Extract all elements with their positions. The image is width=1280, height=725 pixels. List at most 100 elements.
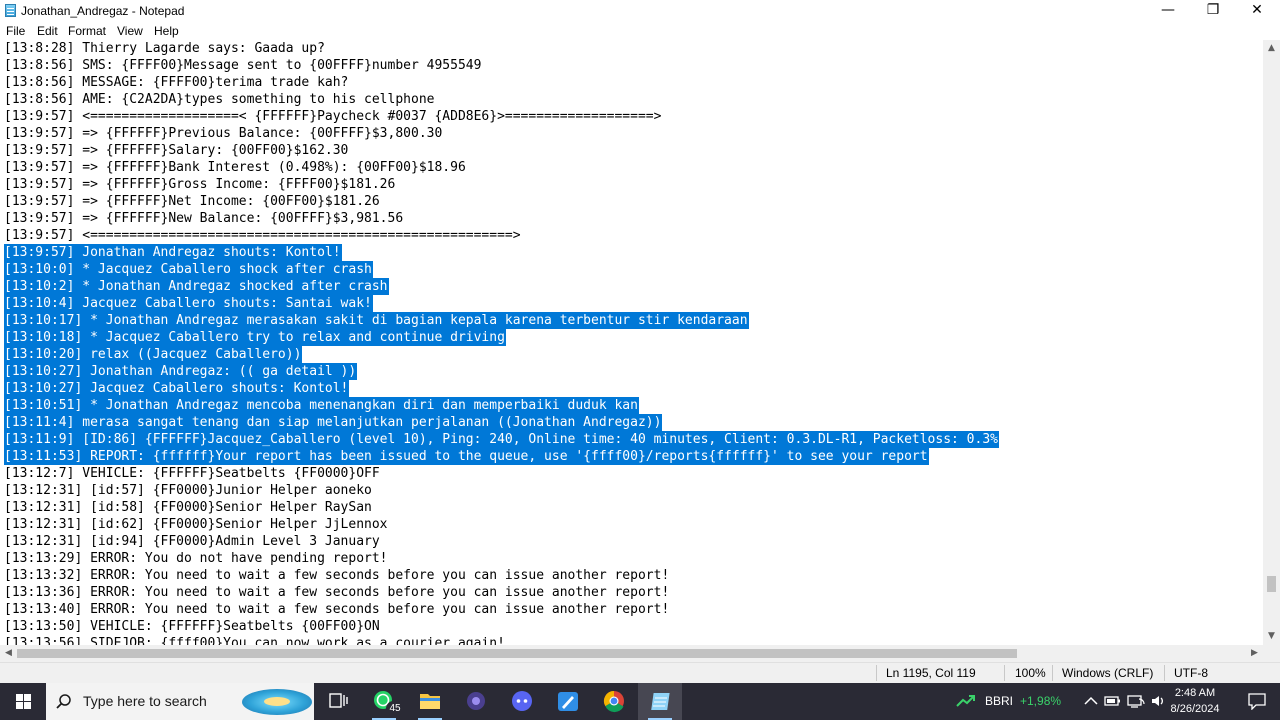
windows-start-icon [16, 694, 31, 709]
text-line[interactable]: [13:12:31] [id:94] {FF0000}Admin Level 3… [4, 533, 380, 550]
menu-help[interactable]: Help [154, 24, 179, 38]
text-line[interactable]: [13:12:31] [id:57] {FF0000}Junior Helper… [4, 482, 372, 499]
wifi-icon[interactable] [1127, 693, 1145, 709]
text-line[interactable]: [13:9:57] <===================< {FFFFFF}… [4, 108, 661, 125]
notepad-icon [651, 693, 670, 710]
encoding: UTF-8 [1174, 666, 1208, 680]
text-line-selected[interactable]: [13:10:27] Jonathan Andregaz: (( ga deta… [4, 363, 358, 380]
maximize-button[interactable]: ❐ [1190, 0, 1236, 22]
text-editor[interactable]: [13:8:28] Thierry Lagarde says: Gaada up… [0, 40, 1263, 645]
scrollbar-corner [1263, 645, 1280, 662]
menu-file[interactable]: File [6, 24, 25, 38]
taskbar-whatsapp[interactable]: 45 [362, 683, 406, 720]
status-separator [1052, 665, 1053, 681]
text-line[interactable]: [13:8:56] MESSAGE: {FFFF00}terima trade … [4, 74, 348, 91]
text-line-selected[interactable]: [13:10:2] * Jonathan Andregaz shocked af… [4, 278, 389, 295]
paint-icon [558, 692, 578, 711]
taskbar-search-box[interactable]: Type here to search [46, 683, 314, 720]
task-view-button[interactable] [316, 683, 360, 720]
line-ending: Windows (CRLF) [1062, 666, 1154, 680]
notification-icon [1248, 693, 1266, 710]
text-line[interactable]: [13:13:56] SIDEJOB: {ffff00}You can now … [4, 635, 505, 645]
stock-change[interactable]: +1,98% [1020, 694, 1061, 708]
taskbar-app[interactable] [454, 683, 498, 720]
text-line[interactable]: [13:13:50] VEHICLE: {FFFFFF}Seatbelts {0… [4, 618, 380, 635]
clock-time: 2:48 AM [1174, 687, 1216, 699]
taskbar-chrome[interactable] [592, 683, 636, 720]
window-title: Jonathan_Andregaz - Notepad [21, 4, 185, 18]
text-line[interactable]: [13:12:31] [id:58] {FF0000}Senior Helper… [4, 499, 372, 516]
text-line[interactable]: [13:8:56] AME: {C2A2DA}types something t… [4, 91, 434, 108]
text-line[interactable]: [13:13:36] ERROR: You need to wait a few… [4, 584, 669, 601]
search-highlight-image [242, 689, 312, 715]
text-line[interactable]: [13:9:57] => {FFFFFF}New Balance: {00FFF… [4, 210, 403, 227]
scroll-right-arrow-icon[interactable]: ▶ [1246, 645, 1263, 662]
battery-icon[interactable] [1104, 694, 1122, 708]
search-placeholder: Type here to search [83, 693, 207, 709]
text-line-selected[interactable]: [13:9:57] Jonathan Andregaz shouts: Kont… [4, 244, 342, 261]
text-line-selected[interactable]: [13:10:27] Jacquez Caballero shouts: Kon… [4, 380, 350, 397]
text-line[interactable]: [13:9:57] => {FFFFFF}Gross Income: {FFFF… [4, 176, 395, 193]
title-bar: Jonathan_Andregaz - Notepad — ❐ ✕ [0, 0, 1280, 22]
text-line[interactable]: [13:9:57] <=============================… [4, 227, 521, 244]
menu-view[interactable]: View [117, 24, 143, 38]
notification-center-button[interactable] [1234, 683, 1280, 720]
text-line[interactable]: [13:8:28] Thierry Lagarde says: Gaada up… [4, 40, 325, 57]
text-line[interactable]: [13:9:57] => {FFFFFF}Bank Interest (0.49… [4, 159, 466, 176]
search-icon [56, 694, 71, 709]
scroll-left-arrow-icon[interactable]: ◀ [0, 645, 17, 662]
status-separator [1004, 665, 1005, 681]
text-line-selected[interactable]: [13:10:0] * Jacquez Caballero shock afte… [4, 261, 373, 278]
text-line-selected[interactable]: [13:11:9] [ID:86] {FFFFFF}Jacquez_Caball… [4, 431, 999, 448]
clock-date: 8/26/2024 [1170, 703, 1220, 715]
text-line[interactable]: [13:13:32] ERROR: You need to wait a few… [4, 567, 669, 584]
menu-bar: File Edit Format View Help [0, 22, 1280, 40]
text-line[interactable]: [13:12:31] [id:62] {FF0000}Senior Helper… [4, 516, 388, 533]
discord-icon [512, 691, 532, 711]
horizontal-scroll-thumb[interactable] [17, 649, 1017, 658]
taskbar-discord[interactable] [500, 683, 544, 720]
status-separator [1164, 665, 1165, 681]
text-line-selected[interactable]: [13:10:17] * Jonathan Andregaz merasakan… [4, 312, 749, 329]
chevron-up-icon[interactable] [1084, 696, 1098, 706]
system-clock[interactable]: 2:48 AM 8/26/2024 [1160, 685, 1230, 717]
zoom-level: 100% [1015, 666, 1046, 680]
app-icon [467, 692, 485, 710]
file-explorer-icon [420, 694, 440, 709]
taskbar: Type here to search 45 BBRI +1,98% 2:48 … [0, 683, 1280, 720]
text-line[interactable]: [13:9:57] => {FFFFFF}Net Income: {00FF00… [4, 193, 380, 210]
menu-format[interactable]: Format [68, 24, 106, 38]
whatsapp-badge: 45 [386, 701, 404, 716]
vertical-scrollbar[interactable]: ▲ ▼ [1263, 40, 1280, 645]
menu-edit[interactable]: Edit [37, 24, 58, 38]
text-line[interactable]: [13:9:57] => {FFFFFF}Previous Balance: {… [4, 125, 442, 142]
text-line[interactable]: [13:13:29] ERROR: You do not have pendin… [4, 550, 388, 567]
scroll-up-arrow-icon[interactable]: ▲ [1263, 40, 1280, 57]
text-line[interactable]: [13:9:57] => {FFFFFF}Salary: {00FF00}$16… [4, 142, 348, 159]
text-line[interactable]: [13:8:56] SMS: {FFFF00}Message sent to {… [4, 57, 481, 74]
taskbar-notepad[interactable] [638, 683, 682, 720]
stock-up-icon [956, 695, 975, 707]
status-bar: Ln 1195, Col 119 100% Windows (CRLF) UTF… [0, 662, 1280, 683]
stock-ticker[interactable]: BBRI [985, 694, 1013, 708]
minimize-button[interactable]: — [1145, 0, 1191, 22]
chrome-icon [603, 690, 624, 713]
vertical-scroll-thumb[interactable] [1267, 576, 1276, 592]
scroll-down-arrow-icon[interactable]: ▼ [1263, 628, 1280, 645]
text-line-selected[interactable]: [13:10:4] Jacquez Caballero shouts: Sant… [4, 295, 373, 312]
taskbar-paint[interactable] [546, 683, 590, 720]
notepad-icon [5, 4, 16, 17]
horizontal-scrollbar[interactable]: ◀ ▶ [0, 645, 1263, 662]
text-line[interactable]: [13:12:7] VEHICLE: {FFFFFF}Seatbelts {FF… [4, 465, 380, 482]
taskbar-file-explorer[interactable] [408, 683, 452, 720]
text-line-selected[interactable]: [13:10:18] * Jacquez Caballero try to re… [4, 329, 506, 346]
start-button[interactable] [0, 683, 46, 720]
text-line-selected[interactable]: [13:10:20] relax ((Jacquez Caballero)) [4, 346, 303, 363]
text-line-selected[interactable]: [13:11:53] REPORT: {ffffff}Your report h… [4, 448, 929, 465]
task-view-icon [329, 693, 348, 708]
close-button[interactable]: ✕ [1234, 0, 1280, 22]
text-line-selected[interactable]: [13:10:51] * Jonathan Andregaz mencoba m… [4, 397, 639, 414]
cursor-position: Ln 1195, Col 119 [886, 666, 976, 680]
text-line-selected[interactable]: [13:11:4] merasa sangat tenang dan siap … [4, 414, 663, 431]
text-line[interactable]: [13:13:40] ERROR: You need to wait a few… [4, 601, 669, 618]
